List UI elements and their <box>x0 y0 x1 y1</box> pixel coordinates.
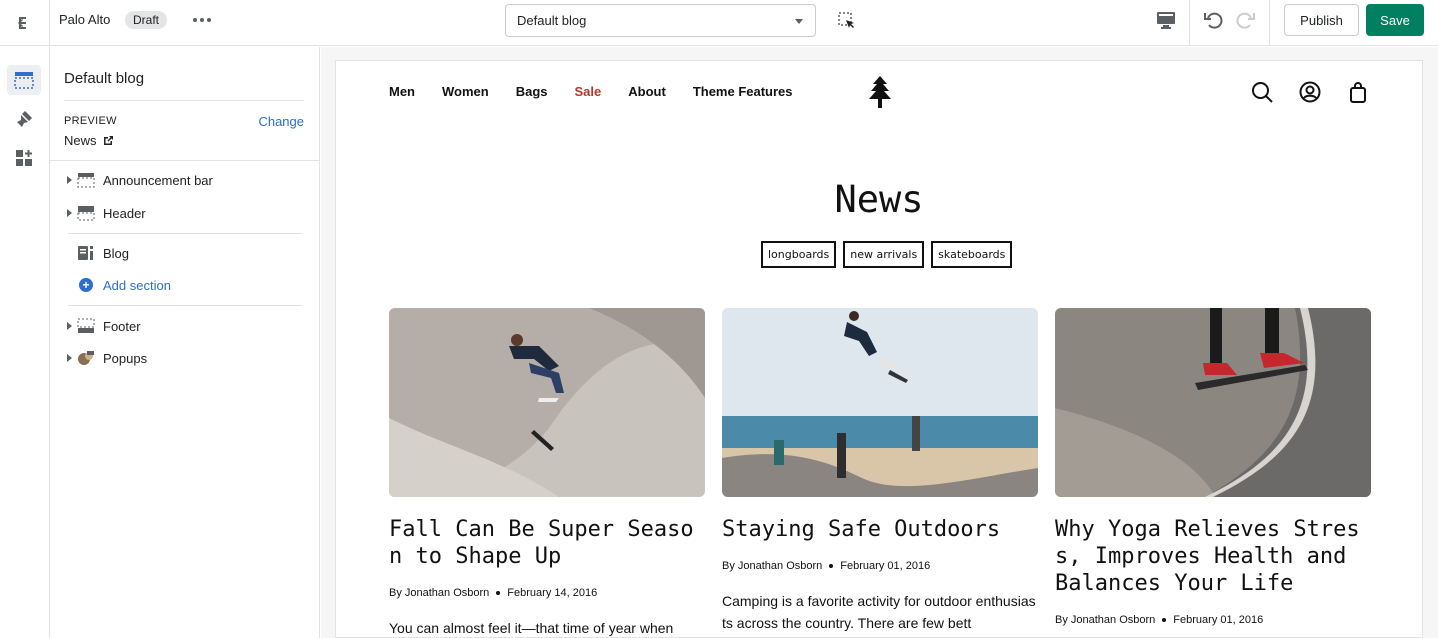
post-meta: By Jonathan Osborn February 01, 2016 <box>722 560 1038 572</box>
icon-rail <box>0 47 50 638</box>
post-title[interactable]: Fall Can Be Super Season to Shape Up <box>389 516 705 570</box>
caret-right-icon[interactable] <box>67 322 72 330</box>
store-nav: Men Women Bags Sale About Theme Features <box>389 84 820 99</box>
post-image-skateboard-feet[interactable] <box>1055 308 1371 497</box>
header-icon <box>77 205 95 221</box>
exit-icon[interactable] <box>0 0 50 46</box>
sidebar-item-announcement-bar[interactable]: Announcement bar <box>64 168 304 192</box>
template-select[interactable]: Default blog <box>505 4 816 37</box>
publish-button[interactable]: Publish <box>1284 4 1359 36</box>
apps-icon[interactable] <box>7 143 41 173</box>
sections-icon[interactable] <box>7 65 41 95</box>
divider <box>68 233 302 234</box>
storefront-preview: Men Women Bags Sale About Theme Features… <box>335 60 1423 638</box>
preview-page-link[interactable]: News <box>64 133 114 148</box>
post-title[interactable]: Staying Safe Outdoors <box>722 516 1038 543</box>
post-author: By Jonathan Osborn <box>722 560 823 572</box>
blog-post-card[interactable]: Staying Safe Outdoors By Jonathan Osborn… <box>722 308 1038 634</box>
store-logo-tree-icon[interactable] <box>864 74 896 110</box>
announcement-bar-icon <box>77 172 95 188</box>
sidebar-item-label: Footer <box>103 318 141 334</box>
header-icons <box>1251 81 1369 103</box>
post-meta: By Jonathan Osborn February 01, 2016 <box>1055 614 1371 626</box>
post-image-beach-skaters[interactable] <box>722 308 1038 497</box>
popups-icon <box>77 350 95 366</box>
post-date: February 01, 2016 <box>840 560 931 572</box>
post-excerpt: You can almost feel it—that time of year… <box>389 620 674 636</box>
sidebar-item-label: Announcement bar <box>103 172 213 188</box>
divider <box>64 100 304 101</box>
blog-tag-filter: longboards new arrivals skateboards <box>761 241 1013 268</box>
sidebar-item-label: Header <box>103 205 146 221</box>
nav-link-women[interactable]: Women <box>442 84 489 99</box>
cart-bag-icon[interactable] <box>1347 81 1369 103</box>
preview-label: PREVIEW <box>64 115 117 127</box>
sidebar-item-blog[interactable]: Blog <box>64 241 304 265</box>
desktop-view-icon[interactable] <box>1154 9 1178 31</box>
save-button[interactable]: Save <box>1366 4 1424 36</box>
post-date: February 14, 2016 <box>507 587 598 599</box>
store-name: Palo Alto <box>59 12 111 27</box>
divider <box>68 305 302 306</box>
add-section-label: Add section <box>103 277 171 293</box>
post-excerpt: Camping is a favorite activity for outdo… <box>722 593 1036 631</box>
sidebar-item-popups[interactable]: Popups <box>64 346 304 370</box>
preview-page-name: News <box>64 133 97 148</box>
nav-link-men[interactable]: Men <box>389 84 415 99</box>
separator-dot <box>496 591 501 595</box>
separator-dot <box>829 564 834 568</box>
editor-topbar: Palo Alto Draft Default blog Publish Sav… <box>0 0 1438 46</box>
inspector-icon[interactable] <box>836 10 858 32</box>
post-author: By Jonathan Osborn <box>1055 614 1156 626</box>
nav-link-sale[interactable]: Sale <box>575 84 602 99</box>
divider <box>1269 0 1270 46</box>
caret-right-icon[interactable] <box>67 209 72 217</box>
tag-new-arrivals[interactable]: new arrivals <box>843 241 925 268</box>
search-icon[interactable] <box>1251 81 1273 103</box>
sidebar-item-label: Blog <box>103 245 130 261</box>
post-author: By Jonathan Osborn <box>389 587 490 599</box>
add-circle-icon: + <box>77 277 95 293</box>
sidebar-title: Default blog <box>64 70 145 87</box>
blog-post-card[interactable]: Fall Can Be Super Season to Shape Up By … <box>389 308 705 637</box>
blog-post-card[interactable]: Why Yoga Relieves Stress, Improves Healt… <box>1055 308 1371 626</box>
account-icon[interactable] <box>1299 81 1321 103</box>
sidebar-item-footer[interactable]: Footer <box>64 314 304 338</box>
change-preview-link[interactable]: Change <box>258 114 304 129</box>
sidebar-item-label: Popups <box>103 350 148 366</box>
sections-sidebar: Default blog PREVIEW Change News Announc… <box>50 47 320 638</box>
theme-settings-icon[interactable] <box>7 104 41 134</box>
template-select-value: Default blog <box>517 13 587 28</box>
status-badge: Draft <box>125 11 168 29</box>
caret-right-icon[interactable] <box>67 354 72 362</box>
caret-right-icon[interactable] <box>67 176 72 184</box>
undo-icon[interactable] <box>1202 9 1224 31</box>
post-date: February 01, 2016 <box>1173 614 1264 626</box>
page-title: News <box>834 178 924 221</box>
nav-link-about[interactable]: About <box>628 84 666 99</box>
sidebar-item-header[interactable]: Header <box>64 201 304 225</box>
footer-icon <box>77 318 95 334</box>
divider <box>1189 0 1190 46</box>
blog-icon <box>77 245 95 261</box>
nav-link-theme-features[interactable]: Theme Features <box>693 84 793 99</box>
add-section-button[interactable]: + Add section <box>64 273 304 297</box>
divider <box>50 160 320 161</box>
separator-dot <box>1162 618 1167 622</box>
post-meta: By Jonathan Osborn February 14, 2016 <box>389 587 705 599</box>
tag-longboards[interactable]: longboards <box>761 241 837 268</box>
redo-icon[interactable] <box>1235 9 1257 31</box>
chevron-down-icon <box>795 19 803 24</box>
post-title[interactable]: Why Yoga Relieves Stress, Improves Healt… <box>1055 516 1371 597</box>
external-link-icon <box>103 136 113 145</box>
tag-skateboards[interactable]: skateboards <box>931 241 1013 268</box>
nav-link-bags[interactable]: Bags <box>516 84 548 99</box>
more-actions-icon[interactable] <box>190 10 214 30</box>
post-image-skater-bowl[interactable] <box>389 308 705 497</box>
